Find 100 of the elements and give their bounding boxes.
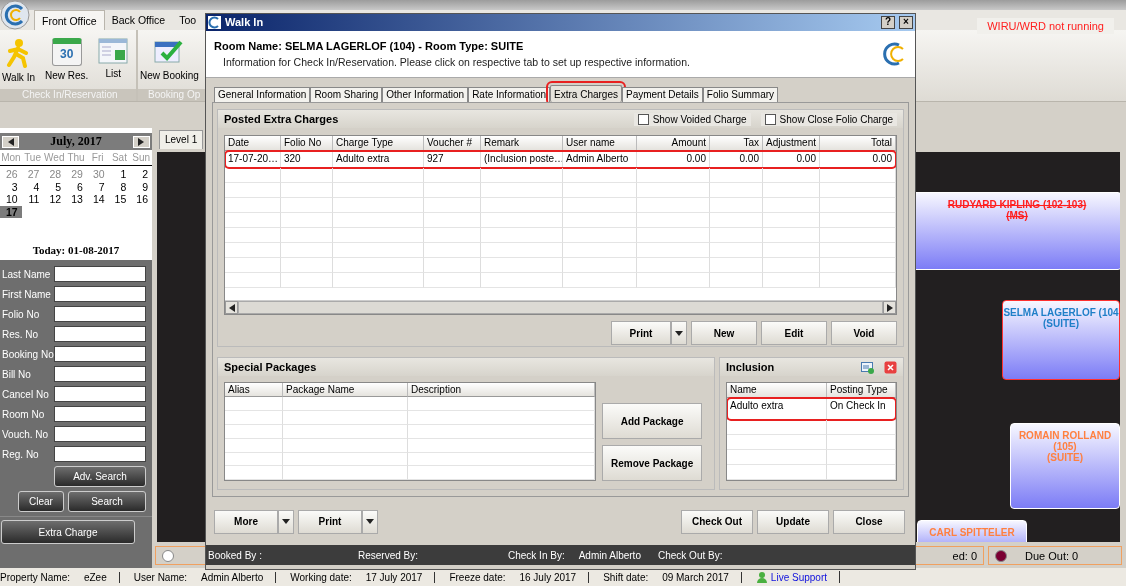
empty-cell [225, 243, 281, 259]
close-button[interactable]: × [899, 15, 913, 29]
dialog-tab[interactable]: Other Information [382, 87, 469, 103]
calendar-day[interactable]: 7 [86, 180, 109, 193]
search-field[interactable] [54, 286, 146, 302]
weekday-label: Sat [110, 151, 128, 165]
search-field[interactable] [54, 446, 146, 462]
footer-button[interactable]: Print [298, 509, 362, 534]
group-title: Special Packages [224, 361, 318, 374]
column-header[interactable]: Package Name [283, 383, 408, 398]
horizontal-scrollbar[interactable] [225, 300, 896, 315]
calendar-day[interactable]: 17 [0, 205, 22, 218]
ribbon-button[interactable]: Walk In [0, 38, 37, 83]
dialog-tab[interactable]: Folio Summary [702, 87, 779, 103]
empty-cell [827, 465, 896, 481]
package-button[interactable]: Add Package [602, 403, 703, 440]
calendar-day[interactable]: 12 [43, 193, 66, 206]
search-button[interactable]: Search [68, 491, 146, 512]
calendar-day[interactable]: 1 [108, 168, 131, 181]
caret-icon [366, 519, 374, 525]
search-field[interactable] [54, 426, 146, 442]
floor-tab[interactable]: Level 1 [159, 130, 204, 149]
ribbon-button[interactable]: New Booking [138, 38, 201, 81]
field-label: Booking No [2, 348, 54, 360]
search-field[interactable] [54, 406, 146, 422]
app-logo-icon [208, 15, 221, 29]
ribbon-button[interactable]: 30 New Res. [42, 38, 91, 81]
calendar-day[interactable]: 5 [43, 180, 66, 193]
empty-cell [424, 228, 481, 244]
empty-cell [710, 198, 763, 214]
empty-cell [225, 424, 283, 439]
empty-cell [424, 183, 481, 199]
dialog-tab[interactable]: Payment Details [622, 87, 703, 103]
status-field: User Name: Admin Alberto [133, 571, 277, 583]
advanced-search-button[interactable]: Adv. Search [54, 466, 146, 487]
dropdown-button[interactable] [362, 509, 378, 534]
dialog-tab[interactable]: General Information [214, 87, 311, 103]
calendar-day[interactable]: 27 [21, 168, 44, 181]
action-button[interactable]: Void [831, 321, 897, 346]
column-header[interactable]: Description [408, 383, 595, 398]
search-field[interactable] [54, 326, 146, 342]
calendar-day[interactable]: 6 [65, 180, 87, 193]
option-checkbox[interactable]: Show Close Folio Charge [760, 112, 897, 126]
calendar-day[interactable]: 10 [0, 193, 22, 206]
dropdown-button[interactable] [671, 321, 687, 346]
column-header[interactable]: Alias [225, 383, 283, 398]
field-label: Cancel No [2, 388, 49, 400]
dialog-subheading: Information for Check In/Reservation. Please click on respective tab to set up respective information. [222, 56, 691, 68]
calendar-day[interactable]: 26 [0, 168, 22, 181]
calendar-day[interactable]: 3 [0, 180, 22, 193]
empty-cell [281, 243, 333, 259]
table-cell: 0.00 [763, 151, 820, 169]
ribbon-tab[interactable]: Front Office [34, 10, 105, 30]
dialog-tab[interactable]: Rate Information [468, 87, 551, 103]
next-month-button[interactable] [133, 135, 150, 148]
room-label: (105) [1053, 441, 1077, 452]
running-person-icon [6, 38, 31, 68]
weekday-label: Mon [0, 151, 22, 165]
footer-button[interactable]: Close [833, 509, 905, 534]
footer-button[interactable]: Check Out [681, 509, 753, 534]
calendar-day[interactable]: 28 [43, 168, 66, 181]
extra-charge-button[interactable]: Extra Charge [1, 520, 135, 544]
ribbon-tab[interactable]: Too [172, 10, 204, 30]
action-button[interactable]: New [691, 321, 757, 346]
calendar-day[interactable]: 14 [86, 193, 109, 206]
help-button[interactable]: ? [881, 15, 895, 29]
calendar-day[interactable]: 30 [86, 168, 109, 181]
package-button[interactable]: Remove Package [602, 445, 703, 482]
calendar-day[interactable]: 16 [130, 193, 152, 206]
calendar-day[interactable]: 29 [65, 168, 87, 181]
ribbon-tab[interactable]: Back Office [104, 10, 173, 30]
option-checkbox[interactable]: Show Voided Charge [633, 112, 751, 126]
legend-label: Due Out: 0 [1025, 549, 1079, 562]
search-field[interactable] [54, 266, 146, 282]
calendar-day[interactable]: 13 [65, 193, 87, 206]
delete-icon[interactable] [884, 360, 897, 374]
dialog-tab[interactable]: Room Sharing [310, 87, 383, 103]
calendar-icon: 30 [51, 38, 82, 66]
search-field[interactable] [54, 346, 146, 362]
calendar-day[interactable]: 11 [21, 193, 44, 206]
action-button[interactable]: Print [611, 321, 671, 346]
search-field[interactable] [54, 386, 146, 402]
calendar-day[interactable]: 9 [130, 180, 152, 193]
dropdown-button[interactable] [278, 509, 294, 534]
add-item-icon[interactable] [861, 360, 874, 374]
search-field[interactable] [54, 366, 146, 382]
calendar-day[interactable]: 4 [21, 180, 44, 193]
live-support-link[interactable]: Live Support [755, 571, 840, 583]
calendar-day[interactable]: 8 [108, 180, 131, 193]
table-cell: 0.00 [637, 151, 710, 169]
calendar-day[interactable]: 2 [130, 168, 152, 181]
ribbon-button[interactable]: List [96, 38, 131, 79]
previous-month-button[interactable] [2, 135, 19, 148]
footer-button[interactable]: More [214, 509, 278, 534]
footer-button[interactable]: Update [757, 509, 829, 534]
clear-button[interactable]: Clear [18, 491, 64, 512]
field-label: Reg. No [2, 448, 39, 460]
calendar-day[interactable]: 15 [108, 193, 131, 206]
search-field[interactable] [54, 306, 146, 322]
action-button[interactable]: Edit [761, 321, 827, 346]
